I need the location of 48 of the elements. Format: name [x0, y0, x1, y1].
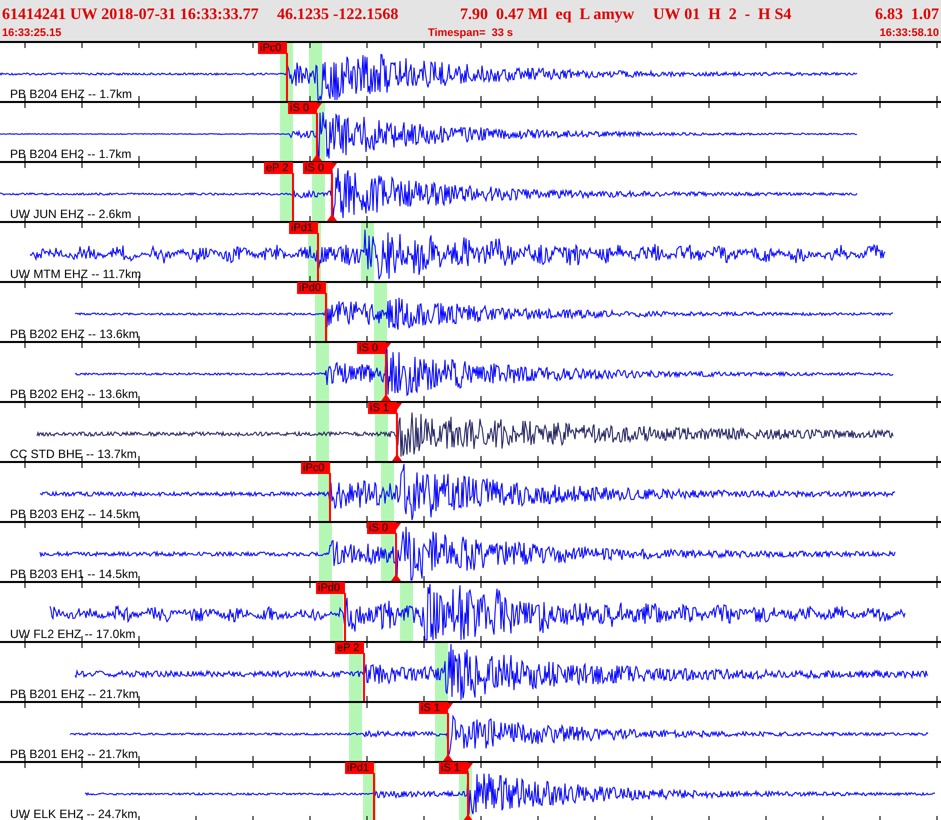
pick-marker-icon: [391, 574, 401, 581]
pick-label[interactable]: iPd0: [297, 282, 326, 294]
pick-line: [363, 653, 365, 701]
time-window-band: [381, 463, 394, 521]
pick-label[interactable]: eP 2: [335, 642, 364, 654]
pick-marker-icon: [327, 214, 337, 221]
event-summary: 61414241 UW 2018-07-31 16:33:33.77: [2, 6, 260, 24]
channel-label: PB B201 EHZ -- 21.7km: [10, 688, 139, 701]
time-window-band: [319, 523, 332, 581]
channel-label: CC STD BHE -- 13.7km: [10, 448, 137, 461]
timespan-label: Timespan= 33 s: [428, 27, 514, 39]
event-summary: 7.90 0.47 Ml eq L amyw: [460, 6, 636, 24]
time-window-band: [316, 403, 329, 461]
event-summary: 6.83 1.07: [875, 6, 939, 24]
pick-line: [373, 773, 375, 820]
event-summary: UW 01 H 2 - H S4: [653, 6, 792, 24]
pick-label[interactable]: iPd1: [289, 222, 318, 234]
channel-label: UW JUN EHZ -- 2.6km: [10, 208, 132, 221]
start-time: 16:33:25.15: [2, 27, 62, 39]
channel-label: PB B202 EHZ -- 13.6km: [10, 328, 139, 341]
channel-label: PB B201 EH2 -- 21.7km: [10, 748, 138, 761]
channel-label: PB B204 EHZ -- 1.7km: [10, 88, 132, 101]
channel-label: PB B203 EHZ -- 14.5km: [10, 508, 139, 521]
pick-label[interactable]: iPd0: [316, 582, 345, 594]
event-summary: 46.1235 -122.1568: [277, 6, 400, 24]
time-window-band: [349, 703, 362, 761]
time-window-band: [316, 343, 329, 401]
pick-marker-icon: [392, 454, 402, 461]
pick-line: [325, 293, 327, 341]
pick-label[interactable]: eP 2: [264, 162, 293, 174]
pick-label[interactable]: iPc0: [258, 42, 287, 54]
channel-label: PB B203 EH1 -- 14.5km: [10, 568, 138, 581]
channel-label: UW MTM EHZ -- 11.7km: [10, 268, 142, 281]
pick-marker-icon: [463, 814, 473, 820]
time-window-band: [400, 583, 413, 641]
time-window-band: [374, 283, 387, 341]
channel-label: UW ELK EHZ -- 24.7km: [10, 808, 138, 820]
channel-label: PB B204 EH2 -- 1.7km: [10, 148, 132, 161]
end-time: 16:33:58.10: [880, 27, 939, 39]
pick-line: [329, 473, 331, 521]
pick-label[interactable]: iPc0: [301, 462, 330, 474]
pick-label[interactable]: iPd1: [345, 762, 374, 774]
pick-line: [292, 173, 294, 221]
pick-line: [286, 53, 288, 101]
channel-label: PB B202 EH2 -- 13.6km: [10, 388, 138, 401]
channel-label: UW FL2 EHZ -- 17.0km: [10, 628, 136, 641]
pick-line: [344, 593, 346, 641]
pick-line: [317, 233, 319, 281]
